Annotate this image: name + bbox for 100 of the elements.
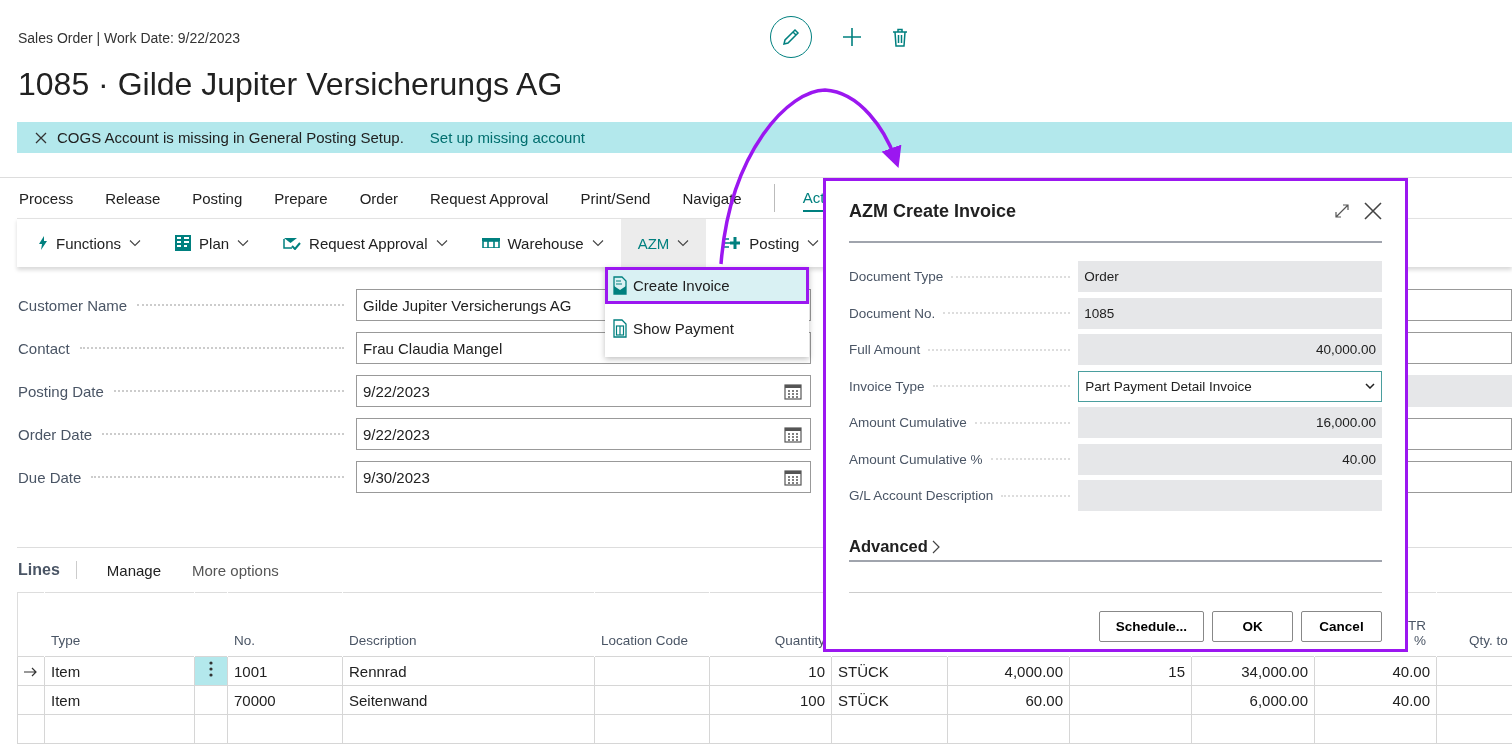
document-envelope-icon	[613, 276, 627, 295]
warehouse-icon	[481, 238, 500, 248]
caret-icon	[1365, 383, 1375, 389]
field-label: Document Type	[849, 269, 944, 284]
close-icon[interactable]	[1364, 202, 1382, 220]
table-cell: Rennrad	[349, 662, 407, 680]
field-label: Amount Cumulative	[849, 415, 967, 430]
dialog-title: AZM Create Invoice	[849, 200, 1017, 222]
table-cell: 70000	[234, 691, 276, 709]
table-cell: 40.00	[1392, 691, 1430, 709]
column-header[interactable]: Type	[51, 633, 81, 648]
column-header[interactable]: TR %	[1408, 618, 1426, 648]
table-cell: STÜCK	[838, 662, 889, 680]
dialog-button[interactable]: Cancel	[1301, 611, 1382, 642]
caret-icon	[237, 239, 250, 247]
table-cell: 100	[799, 691, 825, 709]
more-options-icon[interactable]	[209, 660, 213, 677]
grid-icon	[175, 235, 192, 251]
caret-icon	[591, 239, 604, 247]
read-only-field: 1085	[1078, 297, 1382, 329]
column-header[interactable]: Description	[349, 633, 417, 648]
column-header[interactable]: Qty. to	[1469, 633, 1508, 648]
field-label: Posting Date	[18, 382, 104, 400]
action-menu-button[interactable]: Plan	[158, 219, 267, 267]
dialog-button[interactable]: OK	[1212, 611, 1293, 642]
lightning-icon	[38, 236, 48, 250]
caret-icon	[677, 239, 690, 247]
table-cell: 15	[1168, 662, 1185, 680]
arrow-right-icon	[24, 666, 38, 677]
table-cell: Item	[51, 662, 81, 680]
table-cell: 4,000.00	[1004, 662, 1063, 680]
tab[interactable]: Posting	[192, 185, 243, 211]
column-header[interactable]: Location Code	[601, 633, 689, 648]
menu-item[interactable]: Create Invoice	[605, 267, 809, 304]
read-only-field: 16,000.00	[1078, 407, 1382, 438]
action-menu-button[interactable]: Functions	[21, 219, 159, 267]
date-field[interactable]: 9/30/2023	[356, 461, 811, 493]
field-label: Invoice Type	[849, 378, 925, 394]
date-field[interactable]: 9/22/2023	[356, 418, 811, 450]
field-label: Document No.	[849, 305, 936, 321]
calendar-icon[interactable]	[784, 468, 802, 486]
toolbar-link[interactable]: More options	[192, 561, 279, 579]
column-header[interactable]: Quantity	[774, 633, 825, 648]
expand-icon[interactable]	[1334, 203, 1350, 219]
plus-lines-icon	[723, 236, 742, 250]
table-cell: Item	[51, 691, 81, 709]
tab[interactable]: Print/Send	[580, 185, 651, 211]
calendar-icon[interactable]	[784, 425, 802, 443]
close-icon[interactable]	[35, 131, 47, 144]
table-cell: 1001	[234, 662, 268, 680]
tab[interactable]: Process	[19, 185, 74, 211]
table-cell: 34,000.00	[1241, 662, 1308, 680]
field-label: Due Date	[18, 468, 82, 486]
tab[interactable]: Order	[359, 185, 398, 211]
field-label: G/L Account Description	[849, 488, 994, 503]
toolbar-link[interactable]: Manage	[106, 561, 161, 579]
add-button[interactable]	[842, 27, 862, 47]
plus-icon	[842, 27, 862, 47]
field-label: Order Date	[18, 425, 93, 443]
field-label: Full Amount	[849, 342, 921, 357]
trash-icon	[892, 27, 908, 47]
table-cell: 60.00	[1025, 691, 1063, 709]
edit-button[interactable]	[770, 16, 812, 58]
menu-item[interactable]: Show Payment	[605, 310, 809, 347]
notification-message: COGS Account is missing in General Posting Setup.	[57, 129, 404, 146]
action-menu-button[interactable]: AZM	[620, 219, 707, 267]
date-field[interactable]: 9/22/2023	[356, 375, 811, 407]
calendar-icon[interactable]	[784, 382, 802, 400]
read-only-field: Order	[1078, 261, 1382, 292]
section-title: Lines	[17, 561, 77, 579]
delete-button[interactable]	[892, 27, 908, 47]
dropdown-field[interactable]: Part Payment Detail Invoice	[1078, 370, 1382, 402]
tab[interactable]: Request Approval	[430, 185, 549, 211]
chevron-icon	[931, 539, 940, 554]
page-caption: Sales Order | Work Date: 9/22/2023	[18, 30, 241, 46]
read-only-field: 40,000.00	[1078, 334, 1382, 365]
table-cell: STÜCK	[838, 691, 889, 709]
tab[interactable]: Prepare	[274, 185, 328, 211]
setup-link[interactable]: Set up missing account	[429, 129, 585, 146]
table-cell: 40.00	[1392, 662, 1430, 680]
pencil-icon	[781, 27, 801, 47]
action-menu-button[interactable]: Request Approval	[266, 219, 465, 267]
section-toggle[interactable]: Advanced	[849, 537, 1382, 562]
action-menu-button[interactable]: Warehouse	[464, 219, 621, 267]
tab[interactable]: Release	[105, 185, 161, 211]
field-label: Amount Cumulative %	[849, 451, 983, 467]
caret-icon	[435, 239, 448, 247]
caret-icon	[129, 239, 142, 247]
table-cell: 10	[808, 662, 825, 680]
action-menu-button[interactable]: Posting	[706, 219, 837, 267]
column-header[interactable]: No.	[234, 633, 255, 648]
table-cell: Seitenwand	[349, 691, 428, 709]
page-title: 1085 · Gilde Jupiter Versicherungs AG	[18, 66, 563, 102]
envelope-check-icon	[283, 236, 302, 250]
document-icon	[613, 319, 627, 338]
field-label: Customer Name	[18, 296, 128, 314]
caret-icon	[807, 239, 820, 247]
read-only-field: 40.00	[1078, 443, 1382, 475]
field-label: Contact	[18, 339, 70, 357]
dialog-button[interactable]: Schedule...	[1098, 611, 1204, 642]
